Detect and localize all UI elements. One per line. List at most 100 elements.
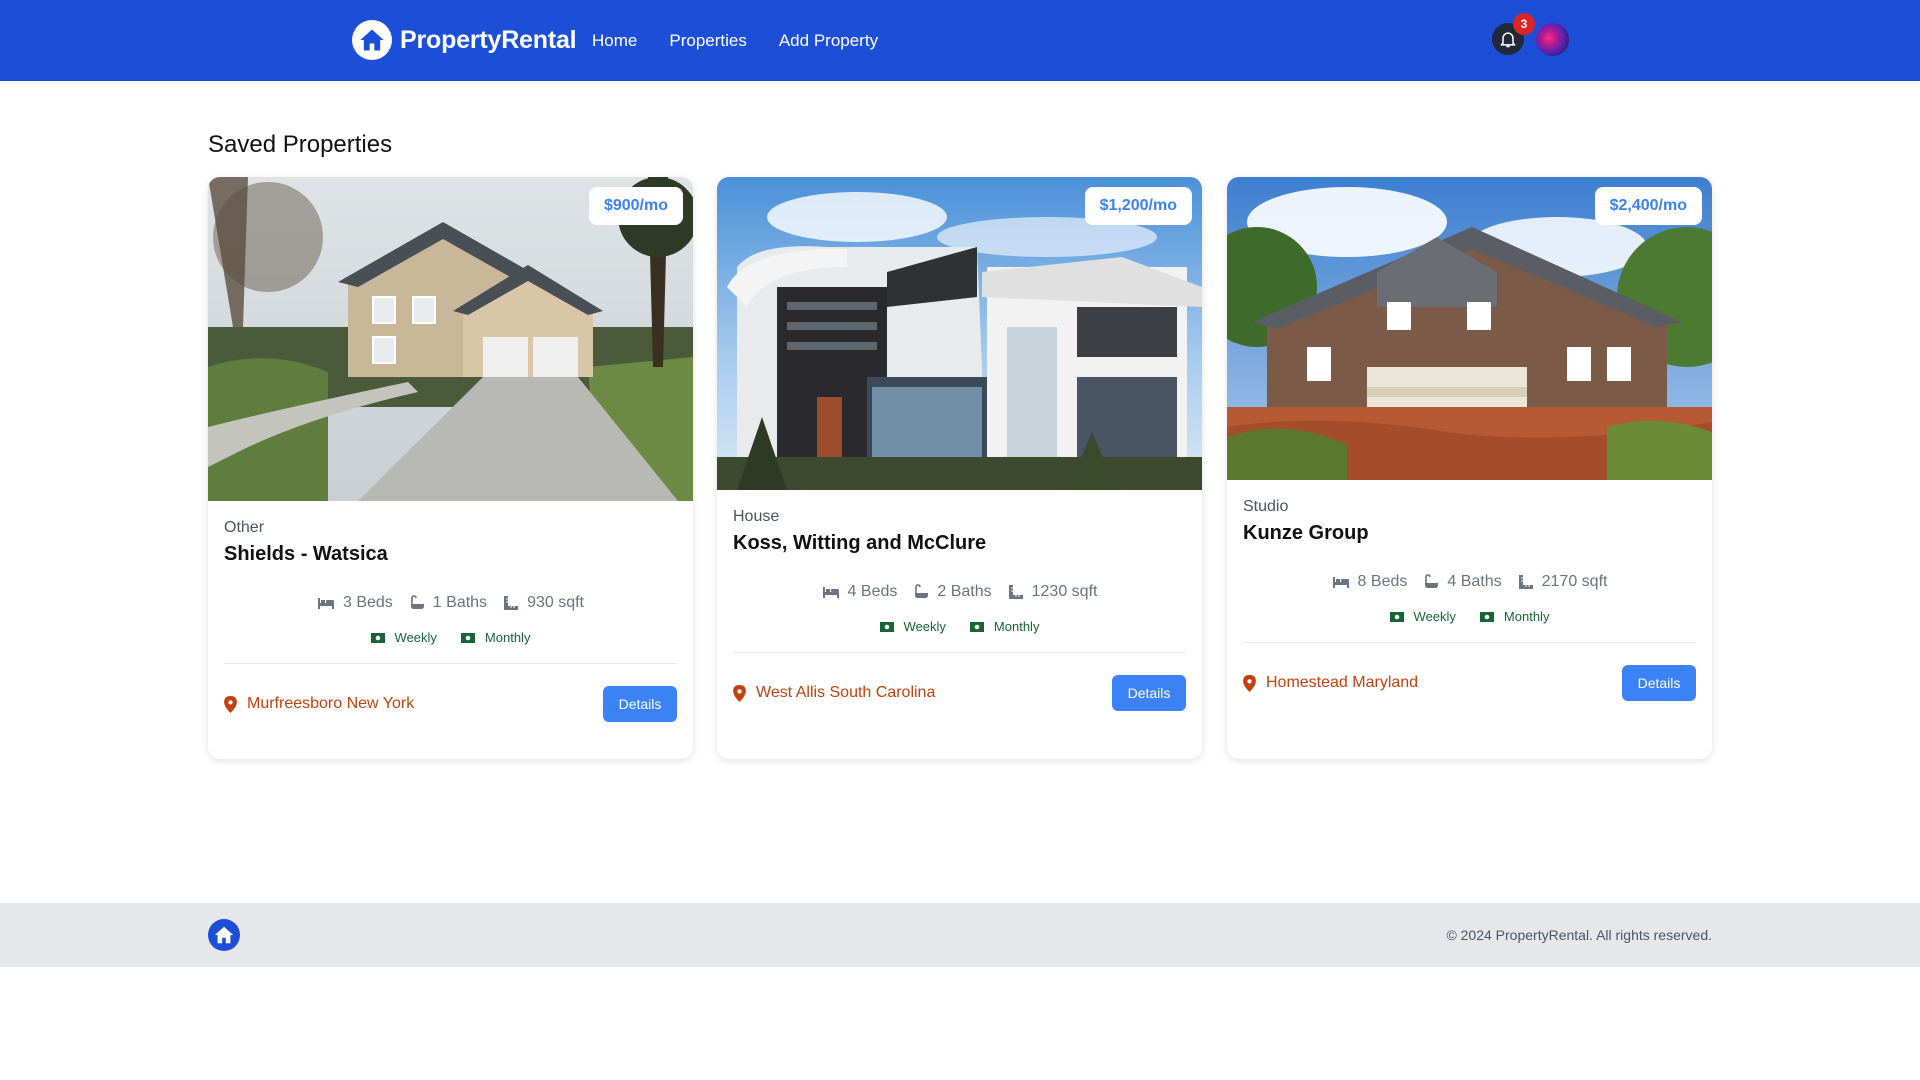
- rate-monthly: Monthly: [460, 630, 531, 645]
- card-body: Studio Kunze Group 8 Beds 4 Baths 2170 s…: [1243, 498, 1696, 701]
- home-icon: [352, 20, 392, 60]
- rate-label: Weekly: [903, 619, 946, 634]
- property-type: Studio: [1243, 498, 1289, 515]
- rate-options: Weekly Monthly: [1243, 609, 1696, 624]
- sqft-value: 930 sqft: [527, 594, 584, 611]
- bed-icon: [317, 598, 334, 609]
- baths-count: 1 Baths: [432, 594, 488, 611]
- money-icon: [879, 621, 894, 632]
- beds-spec: 4 Beds: [822, 583, 898, 601]
- property-name: Kunze Group: [1243, 522, 1369, 544]
- rate-weekly: Weekly: [1389, 609, 1456, 624]
- property-image: $1,200/mo: [717, 177, 1202, 490]
- sqft-spec: 2170 sqft: [1518, 573, 1608, 591]
- property-card: $1,200/mo House Koss, Witting and McClur…: [717, 177, 1202, 759]
- home-icon: [208, 919, 240, 951]
- copyright-text: © 2024 PropertyRental. All rights reserv…: [1446, 927, 1712, 943]
- beds-count: 8 Beds: [1357, 573, 1408, 590]
- map-pin-icon: [1243, 674, 1256, 692]
- property-specs: 8 Beds 4 Baths 2170 sqft: [1243, 573, 1696, 591]
- brand-link[interactable]: PropertyRental: [352, 20, 577, 60]
- ruler-icon: [504, 596, 519, 610]
- notification-badge: 3: [1513, 13, 1535, 35]
- map-pin-icon: [733, 684, 746, 702]
- property-specs: 4 Beds 2 Baths 1230 sqft: [733, 583, 1186, 601]
- baths-count: 4 Baths: [1447, 573, 1502, 590]
- card-footer: Homestead Maryland Details: [1243, 665, 1696, 701]
- bath-icon: [1425, 574, 1439, 588]
- bath-icon: [915, 584, 929, 598]
- nav-links: Home Properties Add Property: [592, 0, 910, 81]
- sqft-value: 2170 sqft: [1541, 573, 1608, 590]
- property-location: West Allis South Carolina: [733, 684, 935, 702]
- baths-spec: 4 Baths: [1423, 573, 1502, 591]
- rate-monthly: Monthly: [969, 619, 1040, 634]
- baths-count: 2 Baths: [937, 583, 992, 600]
- rate-weekly: Weekly: [879, 619, 946, 634]
- details-button[interactable]: Details: [603, 686, 677, 722]
- property-name: Shields - Watsica: [224, 543, 388, 565]
- sqft-spec: 1230 sqft: [1008, 583, 1098, 601]
- map-pin-icon: [224, 695, 237, 713]
- location-text: West Allis South Carolina: [756, 684, 936, 701]
- ruler-icon: [1518, 575, 1533, 589]
- property-image: $2,400/mo: [1227, 177, 1712, 480]
- navbar: PropertyRental Home Properties Add Prope…: [0, 0, 1920, 81]
- property-location: Homestead Maryland: [1243, 674, 1418, 692]
- money-icon: [1479, 611, 1494, 622]
- money-icon: [969, 621, 984, 632]
- rate-label: Monthly: [484, 630, 531, 645]
- property-card: $900/mo Other Shields - Watsica 3 Beds 1…: [208, 177, 693, 759]
- location-text: Homestead Maryland: [1266, 674, 1419, 691]
- user-avatar[interactable]: [1536, 23, 1569, 56]
- rate-label: Monthly: [993, 619, 1040, 634]
- nav-properties[interactable]: Properties: [669, 31, 746, 51]
- location-text: Murfreesboro New York: [247, 695, 415, 712]
- property-image: $900/mo: [208, 177, 693, 501]
- rate-options: Weekly Monthly: [224, 630, 677, 645]
- divider: [224, 663, 677, 664]
- rate-options: Weekly Monthly: [733, 619, 1186, 634]
- details-button[interactable]: Details: [1112, 675, 1186, 711]
- property-name: Koss, Witting and McClure: [733, 532, 987, 554]
- price-tag: $2,400/mo: [1594, 187, 1702, 225]
- card-footer: West Allis South Carolina Details: [733, 675, 1186, 711]
- card-footer: Murfreesboro New York Details: [224, 686, 677, 722]
- property-card: $2,400/mo Studio Kunze Group 8 Beds 4 Ba…: [1227, 177, 1712, 759]
- money-icon: [370, 632, 385, 643]
- nav-home[interactable]: Home: [592, 31, 637, 51]
- price-tag: $1,200/mo: [1084, 187, 1192, 225]
- beds-count: 3 Beds: [342, 594, 393, 611]
- rate-label: Monthly: [1503, 609, 1550, 624]
- baths-spec: 2 Baths: [913, 583, 992, 601]
- footer: © 2024 PropertyRental. All rights reserv…: [0, 903, 1920, 967]
- money-icon: [460, 632, 475, 643]
- divider: [733, 652, 1186, 653]
- baths-spec: 1 Baths: [409, 594, 487, 612]
- nav-add-property[interactable]: Add Property: [779, 31, 878, 51]
- property-location: Murfreesboro New York: [224, 695, 414, 713]
- ruler-icon: [1008, 585, 1023, 599]
- price-tag: $900/mo: [588, 187, 683, 225]
- card-body: House Koss, Witting and McClure 4 Beds 2…: [733, 508, 1186, 711]
- rate-weekly: Weekly: [370, 630, 437, 645]
- rate-label: Weekly: [394, 630, 437, 645]
- bed-icon: [1332, 577, 1349, 588]
- beds-spec: 8 Beds: [1332, 573, 1408, 591]
- property-type: Other: [224, 519, 265, 536]
- sqft-spec: 930 sqft: [503, 594, 584, 612]
- bed-icon: [822, 587, 839, 598]
- card-body: Other Shields - Watsica 3 Beds 1 Baths 9…: [224, 519, 677, 722]
- property-specs: 3 Beds 1 Baths 930 sqft: [224, 594, 677, 612]
- divider: [1243, 642, 1696, 643]
- sqft-value: 1230 sqft: [1031, 583, 1098, 600]
- beds-spec: 3 Beds: [317, 594, 393, 612]
- beds-count: 4 Beds: [847, 583, 898, 600]
- bell-icon: [1500, 32, 1516, 48]
- details-button[interactable]: Details: [1622, 665, 1696, 701]
- bath-icon: [410, 595, 424, 609]
- money-icon: [1389, 611, 1404, 622]
- page-title: Saved Properties: [208, 131, 393, 158]
- rate-label: Weekly: [1413, 609, 1456, 624]
- property-type: House: [733, 508, 780, 525]
